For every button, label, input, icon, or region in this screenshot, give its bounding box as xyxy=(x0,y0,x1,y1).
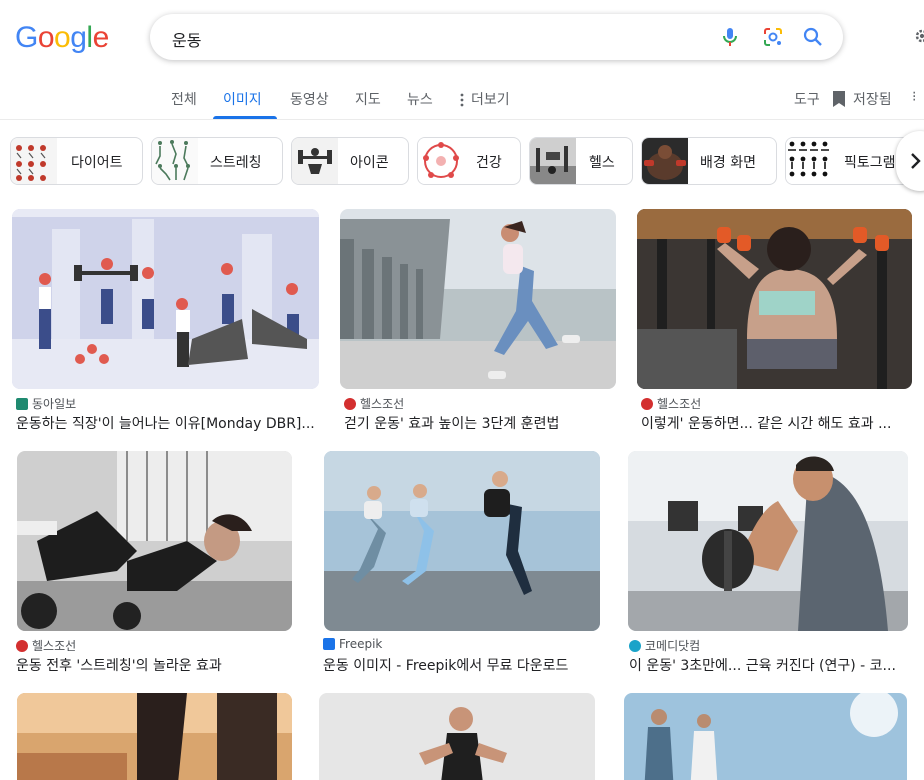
result-source[interactable]: 헬스조선 xyxy=(344,395,404,412)
search-input[interactable]: 운동 xyxy=(172,27,201,51)
result-image[interactable] xyxy=(17,693,292,780)
chip-health[interactable]: 건강 xyxy=(417,137,521,185)
search-icon[interactable] xyxy=(801,25,825,49)
chip-thumbnail xyxy=(786,138,832,184)
apps-icon[interactable]: ⁝ xyxy=(912,89,916,105)
result-title[interactable]: 운동 전후 '스트레칭'의 놀라운 효과 xyxy=(16,655,296,675)
source-name: Freepik xyxy=(339,637,383,651)
site-favicon xyxy=(344,398,356,410)
site-favicon xyxy=(16,398,28,410)
chip-icon[interactable]: 아이콘 xyxy=(291,137,409,185)
result-image[interactable] xyxy=(324,451,600,631)
result-source[interactable]: 헬스조선 xyxy=(641,395,701,412)
tab-images[interactable]: 이미지 xyxy=(223,89,262,109)
result-image[interactable] xyxy=(628,451,908,631)
source-name: 헬스조선 xyxy=(32,639,77,653)
logo-letter: o xyxy=(54,21,71,54)
result-image[interactable] xyxy=(637,209,912,389)
result-title[interactable]: 걷기 운동' 효과 높이는 3단계 훈련법 xyxy=(344,413,614,433)
saved-button[interactable]: 저장됨 xyxy=(853,89,892,109)
result-source[interactable]: 코메디닷컴 xyxy=(629,637,700,654)
tab-news[interactable]: 뉴스 xyxy=(407,89,433,109)
chip-diet[interactable]: 다이어트 xyxy=(10,137,143,185)
microphone-icon[interactable] xyxy=(718,25,742,49)
chip-label: 배경 화면 xyxy=(700,155,756,171)
tools-button[interactable]: 도구 xyxy=(794,89,820,109)
chip-label: 스트레칭 xyxy=(210,155,262,171)
chip-label: 건강 xyxy=(476,155,502,171)
source-name: 동아일보 xyxy=(32,397,77,411)
search-box[interactable]: 운동 xyxy=(150,14,843,60)
tab-more[interactable]: 더보기 xyxy=(471,89,510,109)
source-name: 코메디닷컴 xyxy=(645,639,701,653)
result-title[interactable]: 이렇게' 운동하면... 같은 시간 해도 효과 ... xyxy=(641,413,911,433)
chip-label: 픽토그램 xyxy=(844,155,896,171)
result-title[interactable]: 운동하는 직장'이 늘어나는 이유[Monday DBR]... xyxy=(16,413,316,433)
result-source[interactable]: Freepik xyxy=(323,637,382,651)
active-tab-indicator xyxy=(213,116,277,119)
result-image[interactable] xyxy=(340,209,616,389)
more-vert-icon xyxy=(460,93,464,107)
chip-label: 헬스 xyxy=(589,155,615,171)
chevron-right-icon xyxy=(911,153,921,169)
chip-thumbnail xyxy=(292,138,338,184)
chip-label: 다이어트 xyxy=(71,155,123,171)
chip-label: 아이콘 xyxy=(350,155,389,171)
search-tabs: 전체 이미지 동영상 지도 뉴스 더보기 도구 저장됨 ⁝ xyxy=(0,80,924,120)
result-title[interactable]: 이 운동' 3초만에... 근육 커진다 (연구) - 코... xyxy=(629,655,909,675)
google-lens-icon[interactable] xyxy=(761,25,785,49)
google-logo[interactable]: Google xyxy=(15,21,109,55)
chip-thumbnail xyxy=(11,138,57,184)
chip-stretching[interactable]: 스트레칭 xyxy=(151,137,283,185)
logo-letter: G xyxy=(15,21,38,54)
site-favicon xyxy=(629,640,641,652)
chip-thumbnail xyxy=(530,138,576,184)
result-title[interactable]: 운동 이미지 - Freepik에서 무료 다운로드 xyxy=(323,655,603,675)
chip-gym[interactable]: 헬스 xyxy=(529,137,633,185)
logo-letter: g xyxy=(70,21,87,54)
result-image[interactable] xyxy=(319,693,595,780)
chip-thumbnail xyxy=(642,138,688,184)
result-image[interactable] xyxy=(12,209,319,389)
result-source[interactable]: 동아일보 xyxy=(16,395,76,412)
site-favicon xyxy=(641,398,653,410)
filter-chips: 다이어트 스트레칭 아이콘 건강 헬스 배경 화면 픽토그램 xyxy=(0,137,924,185)
site-favicon xyxy=(16,640,28,652)
chip-wallpaper[interactable]: 배경 화면 xyxy=(641,137,777,185)
tab-videos[interactable]: 동영상 xyxy=(290,89,329,109)
chip-thumbnail xyxy=(418,138,464,184)
site-favicon xyxy=(323,638,335,650)
chip-thumbnail xyxy=(152,138,198,184)
source-name: 헬스조선 xyxy=(657,397,702,411)
result-image[interactable] xyxy=(624,693,907,780)
tab-maps[interactable]: 지도 xyxy=(355,89,381,109)
result-image[interactable] xyxy=(17,451,292,631)
source-name: 헬스조선 xyxy=(360,397,405,411)
gear-icon[interactable] xyxy=(912,26,924,46)
logo-letter: o xyxy=(37,21,55,54)
result-source[interactable]: 헬스조선 xyxy=(16,637,76,654)
bookmark-icon xyxy=(833,91,845,107)
logo-letter: e xyxy=(92,21,110,54)
tab-all[interactable]: 전체 xyxy=(171,89,197,109)
